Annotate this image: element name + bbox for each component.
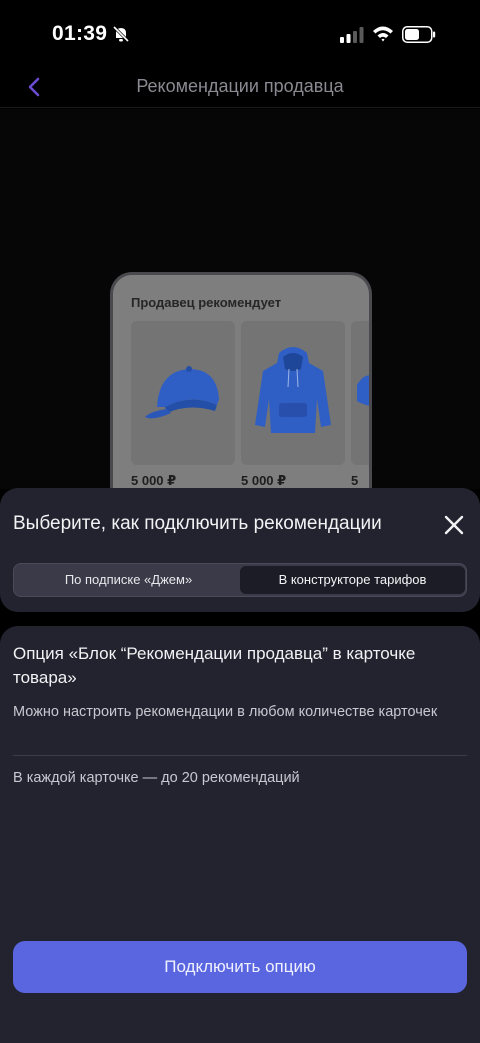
option-description: Можно настроить рекомендации в любом кол…	[13, 704, 438, 720]
connection-method-tabs: По подписке «Джем» В конструкторе тарифо…	[13, 563, 467, 597]
sheet-title: Выберите, как подключить рекомендации	[13, 513, 382, 534]
bell-off-icon	[112, 25, 130, 43]
screen: 01:39 Рекомендации продавца Продавец рек…	[0, 0, 480, 1043]
cellular-signal-icon	[340, 27, 364, 43]
nav-header: Рекомендации продавца	[0, 66, 480, 108]
recommendations-preview: Продавец рекомендует 5 000 ₽ 5 000 ₽ 5	[0, 109, 480, 512]
product-card-cap	[131, 321, 235, 465]
status-bar: 01:39	[0, 0, 480, 70]
wifi-icon	[373, 26, 393, 42]
product-price: 5 000 ₽	[241, 473, 287, 488]
status-time: 01:39	[52, 22, 108, 45]
connect-option-button[interactable]: Подключить опцию	[13, 941, 467, 993]
product-price: 5 000 ₽	[131, 473, 177, 488]
page-title: Рекомендации продавца	[136, 76, 344, 96]
option-card: Опция «Блок “Рекомендации продавца” в ка…	[0, 626, 480, 1043]
battery-icon	[402, 26, 436, 43]
divider	[13, 755, 467, 756]
close-icon[interactable]	[440, 511, 468, 539]
cap-image	[145, 366, 219, 419]
product-card-partial	[351, 321, 369, 465]
partial-product-image	[357, 375, 369, 406]
tab-tariff-builder[interactable]: В конструкторе тарифов	[240, 566, 465, 594]
hoodie-image	[255, 347, 331, 433]
option-detail: В каждой карточке — до 20 рекомендаций	[13, 770, 300, 786]
preview-title: Продавец рекомендует	[131, 295, 282, 310]
connection-method-sheet: Выберите, как подключить рекомендации По…	[0, 488, 480, 612]
product-card-hoodie	[241, 321, 345, 465]
option-title: Опция «Блок “Рекомендации продавца” в ка…	[13, 644, 416, 687]
tab-subscription-jam[interactable]: По подписке «Джем»	[16, 566, 241, 594]
phone-mockup: Продавец рекомендует 5 000 ₽ 5 000 ₽ 5	[110, 272, 372, 512]
